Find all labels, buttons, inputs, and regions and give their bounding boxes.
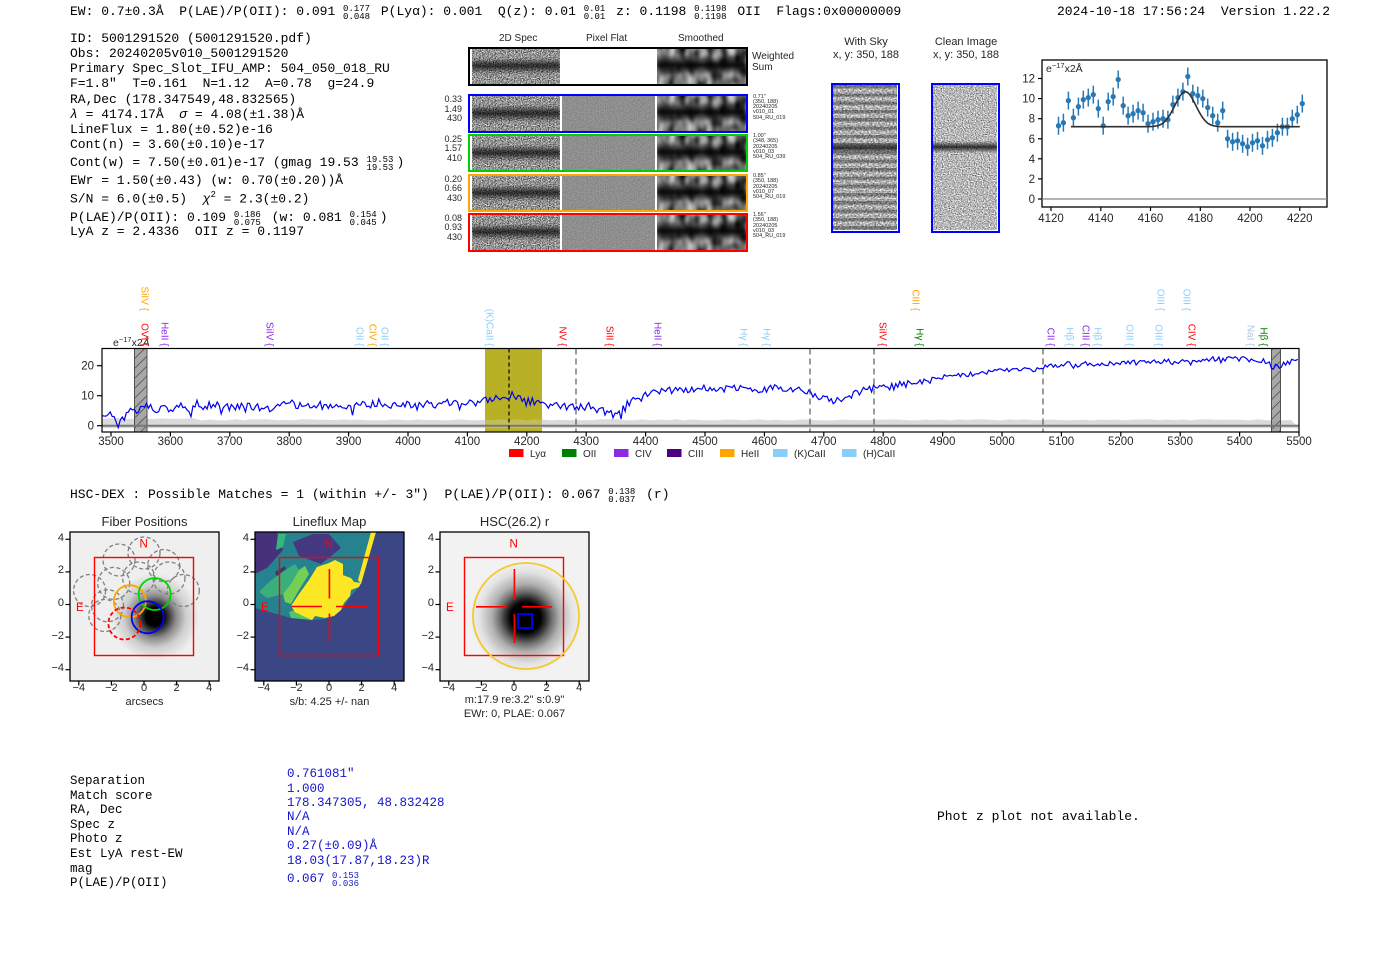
svg-text:8: 8	[1029, 114, 1035, 126]
svg-text:OII {: OII {	[379, 327, 390, 347]
svg-text:N: N	[140, 538, 148, 550]
svg-text:3600: 3600	[158, 436, 184, 448]
svg-text:HeII: HeII	[741, 449, 759, 460]
svg-text:2: 2	[1029, 174, 1035, 186]
svg-text:4400: 4400	[633, 436, 659, 448]
svg-text:4500: 4500	[692, 436, 718, 448]
svg-text:0: 0	[1029, 194, 1035, 206]
svg-text:4000: 4000	[395, 436, 421, 448]
svg-text:0: 0	[88, 421, 94, 433]
svg-text:CIV: CIV	[635, 449, 652, 460]
svg-text:4800: 4800	[870, 436, 896, 448]
svg-text:HeII {: HeII {	[159, 322, 170, 347]
svg-text:NaI {: NaI {	[1245, 325, 1256, 347]
svg-text:4140: 4140	[1088, 213, 1114, 225]
svg-text:HeII {: HeII {	[652, 322, 663, 347]
svg-text:4180: 4180	[1188, 213, 1214, 225]
svg-text:Hγ {: Hγ {	[738, 328, 749, 347]
svg-text:3800: 3800	[276, 436, 302, 448]
svg-text:12: 12	[1022, 74, 1035, 86]
svg-text:CIII: CIII	[688, 449, 704, 460]
svg-text:SiIV {: SiIV {	[139, 287, 150, 312]
svg-text:4: 4	[1029, 154, 1036, 166]
svg-text:E: E	[76, 602, 84, 614]
svg-text:Hγ {: Hγ {	[914, 328, 925, 347]
svg-text:OVI {: OVI {	[139, 323, 150, 347]
svg-text:E: E	[261, 602, 269, 614]
svg-text:3700: 3700	[217, 436, 243, 448]
svg-text:Hβ {: Hβ {	[1064, 327, 1075, 347]
svg-text:6: 6	[1029, 134, 1035, 146]
svg-text:SiII {: SiII {	[604, 326, 615, 347]
svg-text:OII: OII	[583, 449, 596, 460]
svg-text:OII {: OII {	[354, 327, 365, 347]
svg-text:N: N	[325, 538, 333, 550]
svg-text:SiIV {: SiIV {	[264, 322, 275, 347]
svg-text:4700: 4700	[811, 436, 837, 448]
svg-text:Hβ {: Hβ {	[1092, 327, 1103, 347]
svg-text:N: N	[510, 538, 518, 550]
svg-text:3900: 3900	[336, 436, 362, 448]
svg-text:E: E	[446, 602, 454, 614]
svg-text:CIII {: CIII {	[1080, 325, 1091, 347]
svg-text:Hβ {: Hβ {	[1258, 327, 1269, 347]
svg-text:Hγ {: Hγ {	[761, 328, 772, 347]
svg-text:4200: 4200	[514, 436, 540, 448]
svg-text:OIII {: OIII {	[1181, 289, 1192, 312]
svg-text:4900: 4900	[930, 436, 956, 448]
svg-text:OIII {: OIII {	[1155, 289, 1166, 312]
svg-text:OIII {: OIII {	[1153, 324, 1164, 347]
svg-text:4600: 4600	[752, 436, 778, 448]
svg-text:5100: 5100	[1049, 436, 1075, 448]
svg-text:CIV {: CIV {	[367, 324, 378, 347]
svg-text:4160: 4160	[1138, 213, 1164, 225]
svg-text:(K)CaII: (K)CaII	[794, 449, 826, 460]
svg-text:NV {: NV {	[557, 326, 568, 347]
svg-text:(K)CaII {: (K)CaII {	[484, 309, 495, 347]
svg-text:10: 10	[81, 391, 94, 403]
svg-text:Lyα: Lyα	[530, 449, 546, 460]
svg-text:(H)CaII: (H)CaII	[863, 449, 895, 460]
svg-text:4100: 4100	[455, 436, 481, 448]
svg-text:4220: 4220	[1287, 213, 1313, 225]
svg-text:5200: 5200	[1108, 436, 1134, 448]
svg-text:SiIV {: SiIV {	[877, 322, 888, 347]
svg-text:5500: 5500	[1286, 436, 1312, 448]
svg-text:5400: 5400	[1227, 436, 1253, 448]
svg-text:10: 10	[1022, 94, 1035, 106]
svg-text:5300: 5300	[1167, 436, 1193, 448]
svg-text:3500: 3500	[98, 436, 124, 448]
svg-text:4120: 4120	[1038, 213, 1064, 225]
svg-text:5000: 5000	[989, 436, 1015, 448]
svg-text:OIII {: OIII {	[1124, 324, 1135, 347]
svg-text:20: 20	[81, 361, 94, 373]
svg-text:e−17x2Å: e−17x2Å	[1046, 61, 1083, 76]
svg-text:4300: 4300	[573, 436, 599, 448]
svg-text:CIII {: CIII {	[910, 289, 921, 311]
svg-text:CIV {: CIV {	[1186, 324, 1197, 347]
svg-text:CII {: CII {	[1045, 328, 1056, 348]
svg-text:4200: 4200	[1237, 213, 1263, 225]
